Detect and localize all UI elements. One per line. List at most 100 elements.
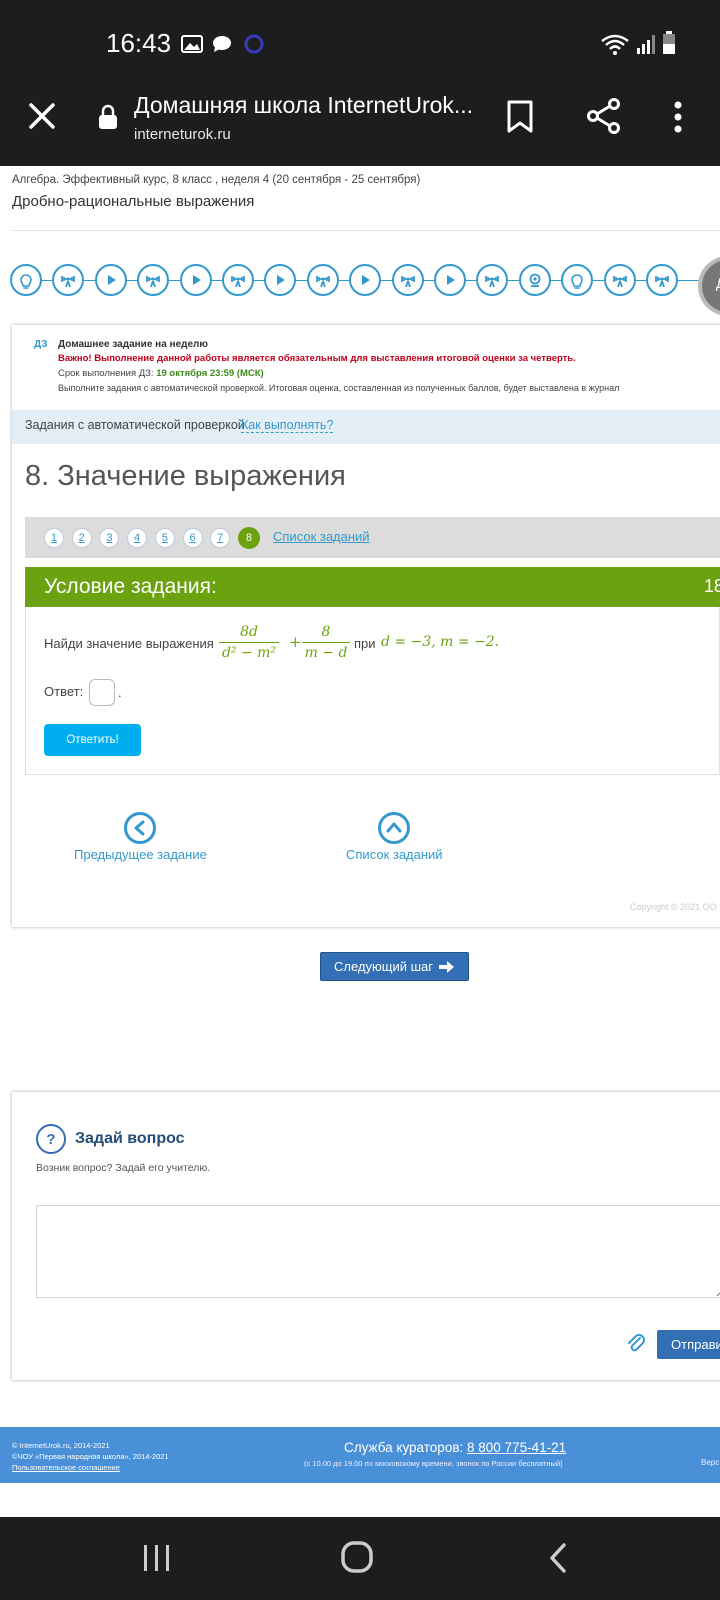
step-6[interactable] [222,264,254,296]
user-agreement-link[interactable]: Пользовательское соглашение [12,1463,120,1472]
play-icon [447,274,455,285]
lightbulb-icon [571,273,583,289]
step-7[interactable] [264,264,297,296]
prev-task-icon[interactable] [124,812,156,844]
bookmark-icon[interactable] [506,100,534,134]
tasks-bar-label: Задания с автоматической проверкой [25,418,245,432]
pager-item-6[interactable]: 6 [182,528,203,548]
copyright: Copyright © 2021 ОО [630,902,717,912]
task-list-nav-link[interactable]: Список заданий [346,847,443,862]
step-12[interactable] [476,264,509,296]
step-13[interactable] [518,264,551,296]
question-textarea[interactable] [36,1205,720,1298]
fraction-1-numerator: 8d [219,624,279,643]
divider [12,230,720,231]
breadcrumb[interactable]: Алгебра. Эффективный курс, 8 класс , нед… [12,174,420,186]
footer-copyright-2: ©ЧОУ «Первая народная школа», 2014-2021 [12,1452,169,1461]
weights-icon [655,275,669,287]
homework-title: Домашнее задание на неделю [58,339,208,350]
service-label: Служба кураторов: [344,1440,464,1455]
deadline-value: 19 октября 23:59 (МСК) [156,368,264,379]
step-5[interactable] [179,264,212,296]
pager-item-8[interactable]: 8 [237,527,260,549]
pager-item-2[interactable]: 2 [71,528,92,548]
step-3[interactable] [94,264,127,296]
answer-label: Ответ: [44,684,84,699]
task-list-link[interactable]: Список заданий [273,529,370,544]
battery-icon [663,31,675,54]
play-icon [362,274,371,285]
step-4[interactable] [137,264,170,296]
play-icon [277,274,286,285]
prev-task-link[interactable]: Предыдущее задание [74,847,207,862]
ask-subtitle: Возник вопрос? Задай его учителю. [36,1162,211,1174]
condition-values: d = −3, m = −2. [381,634,500,650]
more-icon[interactable] [672,100,684,134]
step-2[interactable] [52,264,85,296]
condition-header-label: Условие задания: [44,575,217,598]
attach-icon[interactable] [626,1333,646,1355]
home-icon[interactable] [340,1540,374,1574]
homework-deadline: Срок выполнения ДЗ: 19 октября 23:59 (МС… [58,368,264,379]
signal-icon [637,35,655,54]
answer-button[interactable]: Ответить! [44,724,141,756]
footer-hours: (с 10.00 до 19.00 по московскому времени… [304,1459,563,1468]
share-icon[interactable] [586,98,622,134]
step-current-label: Д [716,275,720,291]
page-title[interactable]: Домашняя школа InternetUrok... [134,92,473,119]
fraction-2: 8 m − d [302,624,350,661]
weights-icon [146,275,161,287]
send-button[interactable]: Отправить [657,1330,720,1359]
plus-sign: + [289,633,302,651]
fraction-2-denominator: m − d [304,645,348,661]
weights-icon [61,275,76,287]
weights-icon [612,275,627,287]
sync-icon [244,34,264,54]
phone-link[interactable]: 8 800 775-41-21 [467,1440,566,1455]
lesson-title: Дробно-рациональные выражения [12,193,255,210]
answer-input[interactable] [89,679,115,706]
recent-apps-icon[interactable] [142,1543,172,1573]
task-title: 8. Значение выражения [25,460,346,492]
next-step-button[interactable]: Следующий шаг [320,952,469,981]
pager-item-1[interactable]: 1 [44,528,64,548]
homework-badge: ДЗ [34,339,48,350]
step-1[interactable] [10,264,42,296]
back-icon[interactable] [548,1543,568,1573]
step-8[interactable] [306,264,339,296]
footer-copyright-1: © InternetUrok.ru, 2014-2021 [12,1441,110,1450]
fraction-1-denominator: d² − m² [221,645,277,661]
fraction-2-numerator: 8 [302,624,350,643]
ask-title: Задай вопрос [75,1130,185,1147]
condition-text-mid: при [354,636,376,651]
step-10[interactable] [391,264,424,296]
task-list-icon[interactable] [378,812,410,844]
webcam-icon [529,273,541,287]
step-15[interactable] [603,264,636,296]
weights-icon [485,275,500,287]
pager-item-5[interactable]: 5 [154,528,175,548]
step-14[interactable] [561,264,594,296]
pager-item-4[interactable]: 4 [127,528,148,548]
condition-text: Найди значение выражения [44,636,214,651]
weights-icon [315,275,330,287]
close-icon[interactable] [28,102,56,130]
footer-version: Верс [701,1458,720,1467]
image-icon [181,35,203,53]
lock-icon [99,104,117,129]
homework-note: Выполните задания с автоматической прове… [58,383,620,393]
how-to-link[interactable]: Как выполнять? [241,418,334,433]
step-11[interactable] [434,264,466,296]
step-9[interactable] [349,264,382,296]
chat-icon [213,36,231,52]
step-current[interactable]: Д [698,256,720,316]
weights-icon [400,275,415,287]
play-icon [192,274,201,285]
page-url[interactable]: interneturok.ru [134,126,231,143]
deadline-label: Срок выполнения ДЗ: [58,368,154,379]
question-icon-text: ? [46,1130,56,1148]
play-icon [107,274,116,285]
footer-service: Служба кураторов: 8 800 775-41-21 [344,1440,566,1455]
fraction-1: 8d d² − m² [219,624,279,661]
step-16[interactable] [646,264,678,296]
